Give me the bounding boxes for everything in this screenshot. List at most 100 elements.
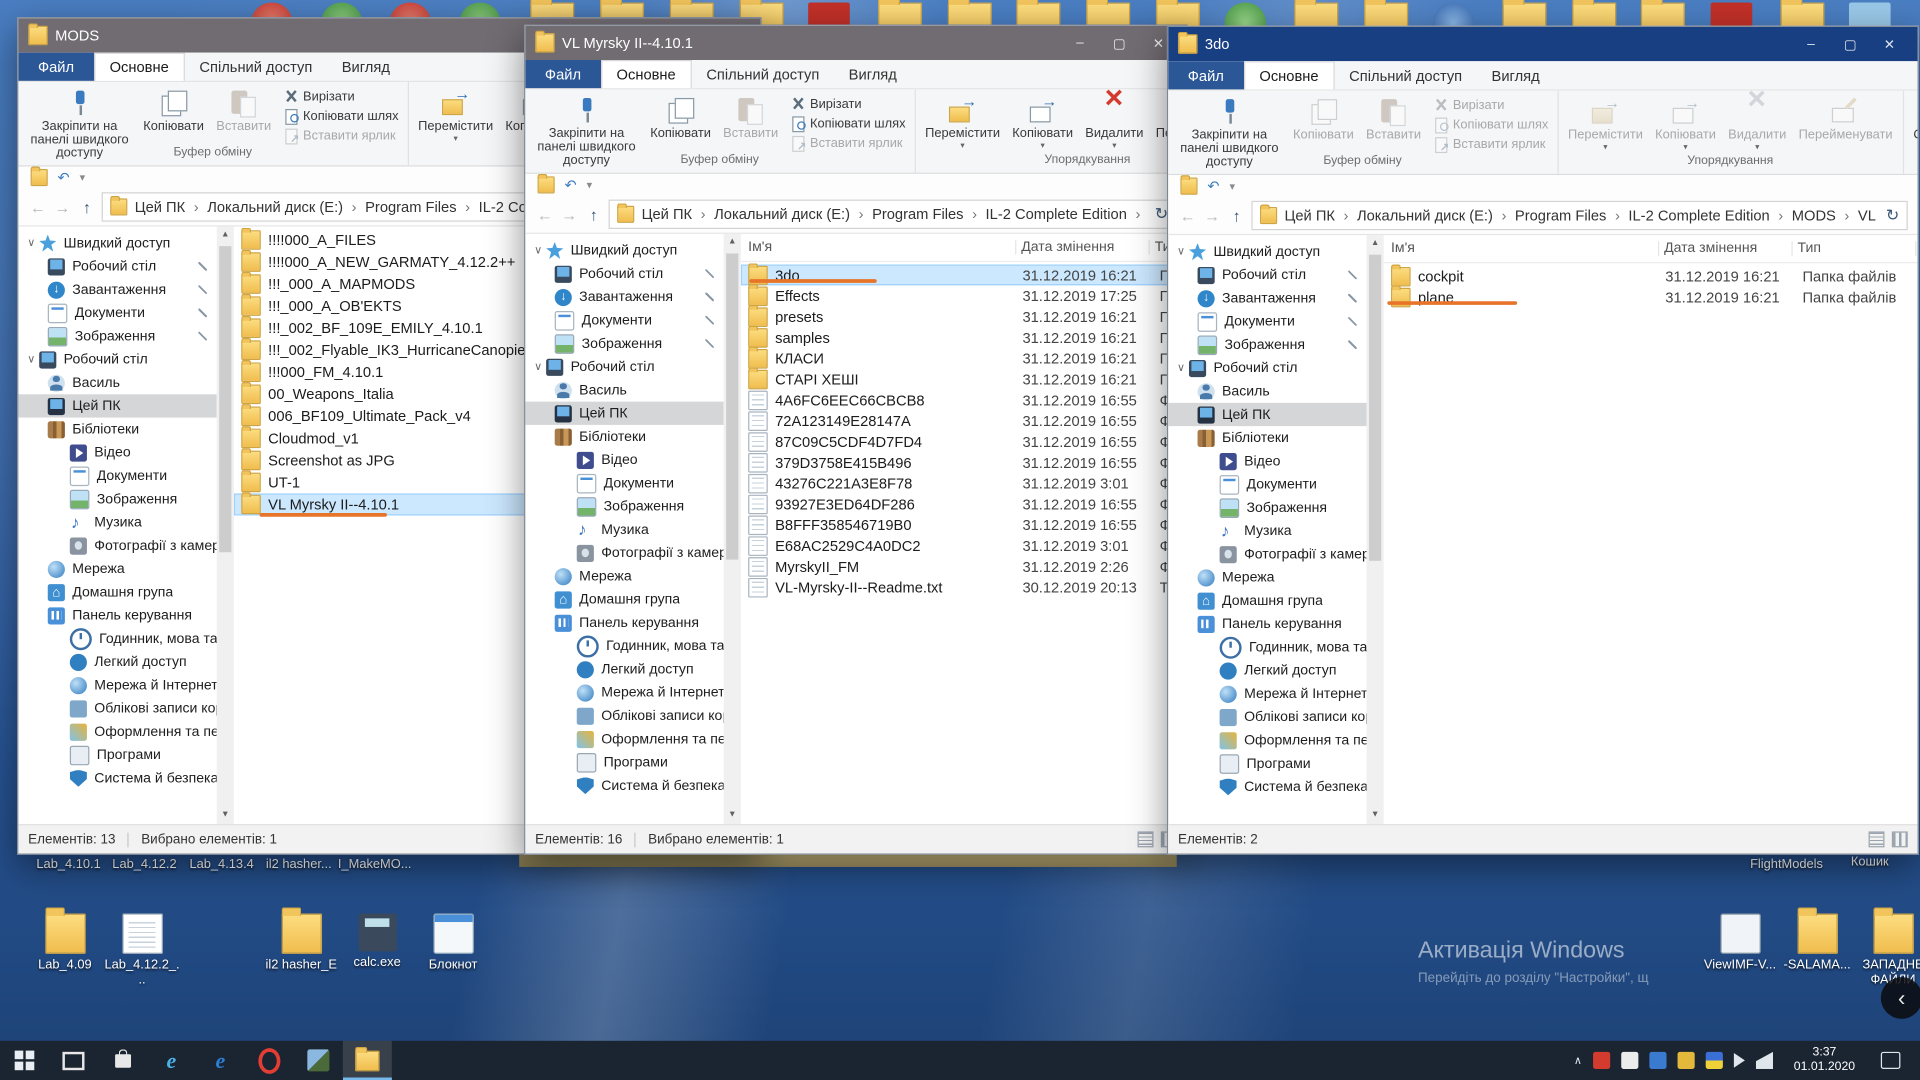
sidebar-item[interactable]: Годинник, мова та країна/ (525, 634, 723, 657)
sidebar-item[interactable]: Документи (18, 464, 216, 487)
tab-home[interactable]: Основне (601, 60, 692, 88)
qat-chevron-icon[interactable] (80, 170, 86, 185)
sidebar-item[interactable]: ∨ Швидкий доступ (18, 231, 216, 254)
il2-game-button[interactable] (294, 1041, 343, 1080)
sidebar-item[interactable]: Робочий стіл (1168, 263, 1366, 286)
sidebar-item[interactable]: Легкий доступ (1168, 659, 1366, 682)
sidebar-item[interactable]: ∨ Робочий стіл (1168, 356, 1366, 379)
delete-button[interactable]: Видалити▾ (1080, 92, 1148, 151)
sidebar-item[interactable]: Музика (525, 518, 723, 541)
start-button[interactable] (0, 1041, 49, 1080)
scroll-down-icon[interactable]: ▼ (728, 807, 736, 824)
sidebar-item[interactable]: Зображення (18, 487, 216, 510)
sidebar-item[interactable]: Робочий стіл (18, 255, 216, 278)
sidebar-item[interactable]: › Василь (525, 378, 723, 401)
paste-shortcut-button[interactable]: Вставити ярлик (1428, 135, 1552, 153)
desktop-icon[interactable]: Lab_4.12.2_... (104, 913, 180, 986)
tab-share[interactable]: Спільний доступ (185, 53, 327, 81)
tab-view[interactable]: Вигляд (1477, 61, 1555, 89)
tab-view[interactable]: Вигляд (327, 53, 405, 81)
sidebar-item[interactable]: Програми (18, 743, 216, 766)
sidebar-item[interactable]: Годинник, мова та країна/ (18, 627, 216, 650)
sidebar-item[interactable]: Музика (1168, 519, 1366, 542)
file-row[interactable]: cockpit 31.12.2019 16:21 Папка файлів (1384, 266, 1918, 287)
tab-file[interactable]: Файл (525, 60, 600, 88)
file-row[interactable]: Effects 31.12.2019 17:25 Папка файлів (741, 285, 1187, 306)
tab-home[interactable]: Основне (1243, 61, 1334, 89)
qat-folder-icon[interactable] (538, 176, 555, 193)
column-name[interactable]: Ім'я (1391, 241, 1659, 256)
back-icon[interactable]: ← (535, 205, 555, 223)
details-view-icon[interactable] (1869, 831, 1885, 847)
column-name[interactable]: Ім'я (748, 240, 1016, 255)
qat-chevron-icon[interactable] (587, 178, 593, 193)
sidebar-item[interactable]: Зображення (1168, 496, 1366, 519)
tray-app-icon[interactable] (1649, 1052, 1666, 1069)
file-row[interactable]: 93927E3ED64DF286 31.12.2019 16:55 Файл (741, 493, 1187, 514)
sidebar-scrollbar[interactable]: ▲ ▼ (724, 234, 741, 824)
sidebar-item[interactable]: Оформлення та персонал (1168, 729, 1366, 752)
tab-share[interactable]: Спільний доступ (1334, 61, 1476, 89)
maximize-button[interactable]: ▢ (1101, 35, 1138, 51)
sidebar-item[interactable]: Мережа й Інтернет (18, 673, 216, 696)
breadcrumb-segment[interactable]: Program Files (365, 198, 478, 215)
sidebar-item[interactable]: Завантаження (18, 278, 216, 301)
move-to-button[interactable]: Перемістити▾ (413, 84, 498, 143)
address-box[interactable]: Цей ПКЛокальний диск (E:)Program FilesIL… (609, 200, 1177, 229)
sidebar-item[interactable]: Панель керування (525, 611, 723, 634)
scroll-down-icon[interactable]: ▼ (1371, 807, 1379, 824)
tray-expand-icon[interactable] (1574, 1054, 1582, 1067)
file-row[interactable]: B8FFF358546719B0 31.12.2019 16:55 Файл (741, 514, 1187, 535)
sidebar-item[interactable]: Легкий доступ (525, 658, 723, 681)
sidebar-item[interactable]: Зображення (525, 332, 723, 355)
action-center-icon[interactable] (1881, 1052, 1901, 1069)
breadcrumb-segment[interactable]: Локальний диск (E:) (1357, 207, 1515, 224)
column-date[interactable]: Дата змінення (1664, 241, 1793, 256)
file-explorer-button[interactable] (343, 1041, 392, 1080)
pin-quick-access-button[interactable]: Закріпити на панелі швидкого доступу (530, 92, 643, 151)
up-icon[interactable]: ↑ (1227, 206, 1247, 224)
minimize-button[interactable]: – (1793, 36, 1830, 52)
scroll-up-icon[interactable]: ▲ (728, 234, 736, 251)
sidebar-item[interactable]: Завантаження (525, 285, 723, 308)
up-icon[interactable]: ↑ (77, 198, 97, 216)
tab-file[interactable]: Файл (18, 53, 93, 81)
opera-button[interactable] (245, 1041, 294, 1080)
details-view-icon[interactable] (1138, 831, 1154, 847)
paste-button[interactable]: Вставити (718, 92, 783, 151)
edge-panel-toggle[interactable] (1881, 977, 1920, 1019)
task-view-button[interactable] (49, 1041, 98, 1080)
desktop-icon[interactable]: -SALAMA... (1779, 913, 1855, 972)
sidebar-item[interactable]: Цей ПК (525, 402, 723, 425)
breadcrumb-segment[interactable]: Program Files (1515, 207, 1628, 224)
volume-icon[interactable] (1734, 1053, 1745, 1068)
sidebar-item[interactable]: Бібліотеки (18, 418, 216, 441)
sidebar-item[interactable]: Оформлення та персонал (525, 727, 723, 750)
sidebar-item[interactable]: ∨ Робочий стіл (18, 348, 216, 371)
back-icon[interactable]: ← (28, 198, 48, 216)
desktop-icon[interactable]: ViewIMF-V... (1702, 913, 1778, 972)
copy-button[interactable]: Копіювати (138, 84, 209, 143)
paste-button[interactable]: Вставити (211, 84, 276, 143)
back-icon[interactable]: ← (1178, 206, 1198, 224)
qat-chevron-icon[interactable] (1229, 179, 1235, 194)
sidebar-item[interactable]: Відео (525, 448, 723, 471)
desktop-icon[interactable]: Блокнот (415, 913, 491, 972)
sidebar-item[interactable]: ∨ Швидкий доступ (1168, 240, 1366, 263)
breadcrumb-segment[interactable]: Цей ПК (1284, 207, 1356, 224)
sidebar-item[interactable]: Система й безпека (525, 774, 723, 797)
window-titlebar[interactable]: VL Myrsky II--4.10.1 – ▢ ✕ (525, 26, 1186, 60)
internet-explorer-button[interactable] (147, 1041, 196, 1080)
sidebar-item[interactable]: Фотографії з камери (18, 534, 216, 557)
pin-quick-access-button[interactable]: Закріпити на панелі швидкого доступу (1173, 93, 1286, 152)
qat-folder-icon[interactable] (1180, 178, 1197, 195)
sidebar-item[interactable]: Мережа (1168, 566, 1366, 589)
breadcrumb-segment[interactable]: Локальний диск (E:) (207, 198, 365, 215)
scrollbar-thumb[interactable] (726, 253, 738, 559)
sidebar-item[interactable]: Фотографії з камери (525, 541, 723, 564)
paste-shortcut-button[interactable]: Вставити ярлик (786, 133, 910, 151)
breadcrumb-segment[interactable]: Цей ПК (642, 206, 714, 223)
file-row[interactable]: MyrskyII_FM 31.12.2019 2:26 Файл (741, 556, 1187, 577)
scroll-down-icon[interactable]: ▼ (221, 807, 229, 824)
sidebar-item[interactable]: ∨ Швидкий доступ (525, 239, 723, 262)
